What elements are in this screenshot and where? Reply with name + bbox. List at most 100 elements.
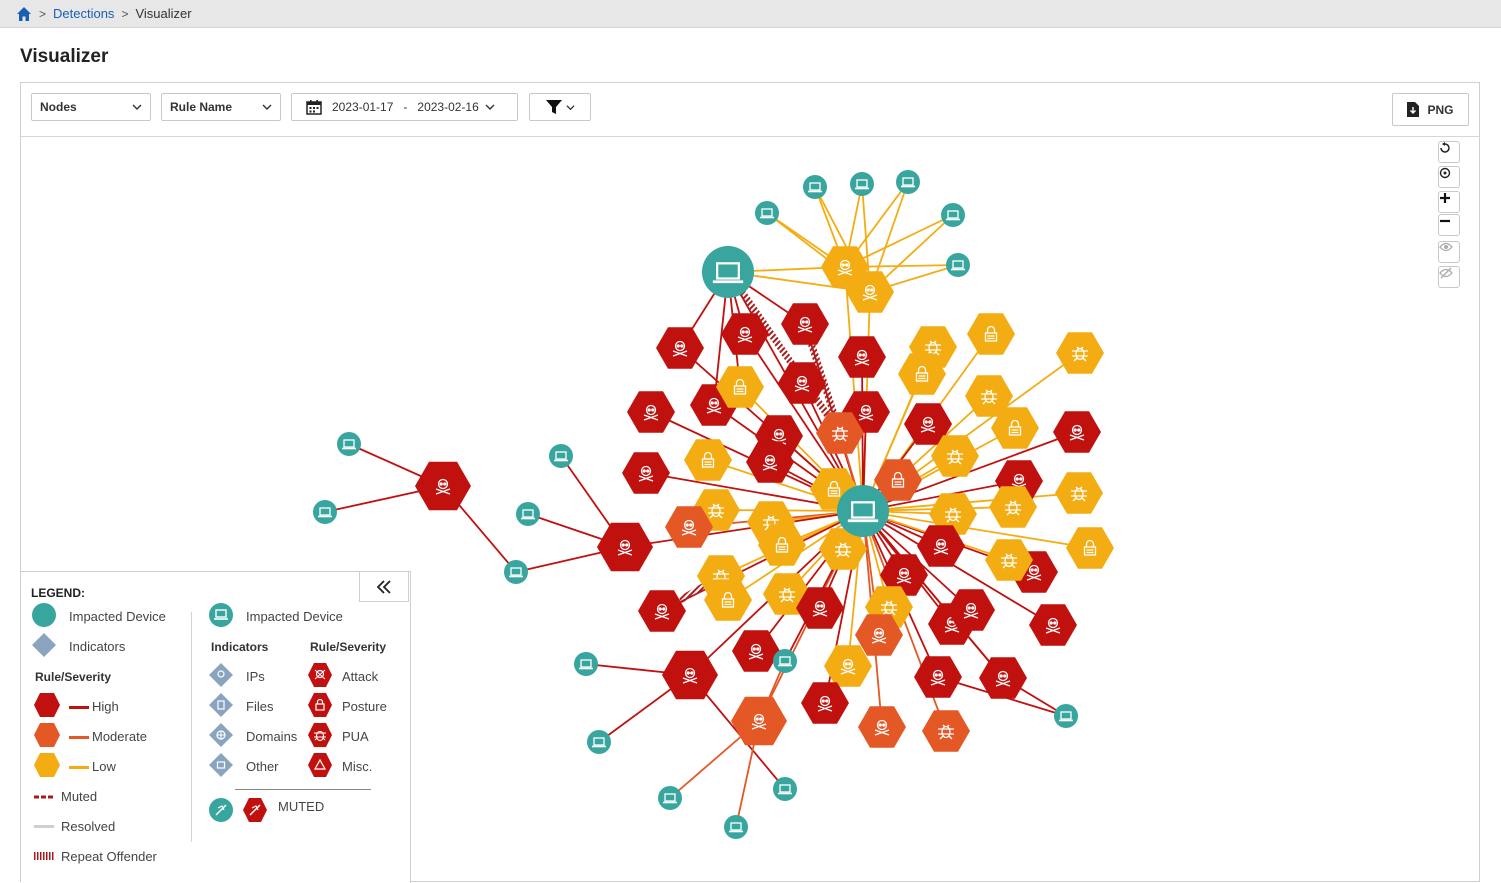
rule-node[interactable] <box>627 391 675 433</box>
breadcrumb-current: Visualizer <box>135 6 192 21</box>
high-line-sample <box>69 706 89 709</box>
legend-indicators-title: Indicators <box>211 640 269 654</box>
device-node[interactable] <box>837 485 889 537</box>
rule-node[interactable] <box>801 682 849 724</box>
breadcrumb-separator: > <box>121 6 129 21</box>
show-labels-button[interactable] <box>1438 241 1460 263</box>
device-node[interactable] <box>941 203 965 227</box>
calendar-icon <box>306 100 322 115</box>
legend-domains: Domains <box>246 729 298 744</box>
device-node[interactable] <box>1054 704 1078 728</box>
rule-node[interactable] <box>858 706 906 748</box>
rule-node[interactable] <box>1053 411 1101 453</box>
indicator-diamond-icon <box>32 633 56 657</box>
device-node[interactable] <box>946 253 970 277</box>
legend-posture: Posture <box>342 699 387 714</box>
device-node[interactable] <box>896 170 920 194</box>
moderate-hexagon-icon <box>34 723 60 747</box>
breadcrumb: > Detections > Visualizer <box>0 0 1501 28</box>
export-png-button[interactable]: PNG <box>1392 93 1469 126</box>
page-title: Visualizer <box>20 46 109 67</box>
rule-node[interactable] <box>1056 332 1104 374</box>
rule-node[interactable] <box>1029 604 1077 646</box>
device-node[interactable] <box>755 201 779 225</box>
ip-indicator-icon <box>209 663 233 687</box>
toolbar: Nodes Rule Name 2023-01-17 - 2023-02-16 <box>21 83 1479 137</box>
other-indicator-icon <box>209 753 233 777</box>
rule-node[interactable] <box>662 650 718 700</box>
group-select[interactable]: Rule Name <box>161 93 281 121</box>
device-node[interactable] <box>658 786 682 810</box>
legend-misc: Misc. <box>342 759 373 774</box>
rule-node[interactable] <box>732 630 780 672</box>
device-node[interactable] <box>587 730 611 754</box>
rule-node[interactable] <box>914 656 962 698</box>
zoom-out-button[interactable] <box>1438 214 1460 236</box>
rule-node[interactable] <box>967 313 1015 355</box>
repeat-offender-line-sample <box>34 852 54 860</box>
legend-impacted-device-laptop: Impacted Device <box>246 609 343 624</box>
rule-node[interactable] <box>415 461 471 511</box>
hide-labels-button[interactable] <box>1438 266 1460 288</box>
chevron-down-icon <box>132 104 142 110</box>
center-view-button[interactable] <box>1438 166 1460 188</box>
reset-icon <box>1440 142 1450 153</box>
device-node[interactable] <box>702 246 754 298</box>
visualizer-panel: Nodes Rule Name 2023-01-17 - 2023-02-16 <box>20 82 1480 883</box>
misc-warning-icon <box>308 753 332 777</box>
legend-panel: LEGEND: Impacted Device Indicators Rule/… <box>21 571 411 883</box>
rule-node[interactable] <box>638 590 686 632</box>
legend-impacted-device: Impacted Device <box>69 609 166 624</box>
device-laptop-icon <box>209 603 233 627</box>
domain-indicator-icon <box>209 723 233 747</box>
legend-other: Other <box>246 759 279 774</box>
legend-separator <box>235 789 371 790</box>
device-circle-icon <box>32 603 56 627</box>
posture-icon <box>308 693 332 717</box>
legend-repeat-offender: Repeat Offender <box>61 849 157 864</box>
device-node[interactable] <box>803 175 827 199</box>
breadcrumb-detections-link[interactable]: Detections <box>53 6 114 21</box>
view-select[interactable]: Nodes <box>31 93 151 121</box>
resolved-line-sample <box>34 825 54 828</box>
filter-button[interactable] <box>529 93 591 121</box>
low-hexagon-icon <box>34 753 60 777</box>
device-node[interactable] <box>313 500 337 524</box>
legend-moderate: Moderate <box>92 729 147 744</box>
png-label: PNG <box>1427 102 1454 117</box>
home-icon[interactable] <box>16 6 32 22</box>
file-indicator-icon <box>209 693 233 717</box>
device-node[interactable] <box>337 432 361 456</box>
device-node[interactable] <box>773 649 797 673</box>
rule-node[interactable] <box>684 439 732 481</box>
device-node[interactable] <box>850 172 874 196</box>
rule-node[interactable] <box>1066 527 1114 569</box>
rule-node[interactable] <box>922 710 970 752</box>
collapse-legend-button[interactable] <box>359 572 409 602</box>
legend-resolved: Resolved <box>61 819 116 834</box>
show-icon <box>1439 242 1453 252</box>
chevron-down-icon <box>485 104 495 110</box>
device-node[interactable] <box>549 444 573 468</box>
zoom-in-button[interactable] <box>1438 191 1460 213</box>
device-node[interactable] <box>574 652 598 676</box>
date-range-picker[interactable]: 2023-01-17 - 2023-02-16 <box>291 93 518 121</box>
center-icon <box>1439 167 1451 179</box>
reset-view-button[interactable] <box>1438 141 1460 163</box>
muted-line-sample <box>34 795 54 799</box>
rule-node[interactable] <box>781 303 829 345</box>
rule-node[interactable] <box>838 336 886 378</box>
date-separator: - <box>403 100 408 114</box>
legend-title: LEGEND: <box>31 586 85 600</box>
rule-node[interactable] <box>1055 472 1103 514</box>
legend-pua: PUA <box>342 729 369 744</box>
zoom-out-icon <box>1440 219 1450 223</box>
rule-node[interactable] <box>597 522 653 572</box>
rule-node[interactable] <box>622 452 670 494</box>
file-download-icon <box>1407 102 1420 117</box>
device-node[interactable] <box>504 560 528 584</box>
device-node[interactable] <box>773 777 797 801</box>
legend-divider <box>191 612 192 842</box>
device-node[interactable] <box>516 502 540 526</box>
device-node[interactable] <box>724 815 748 839</box>
